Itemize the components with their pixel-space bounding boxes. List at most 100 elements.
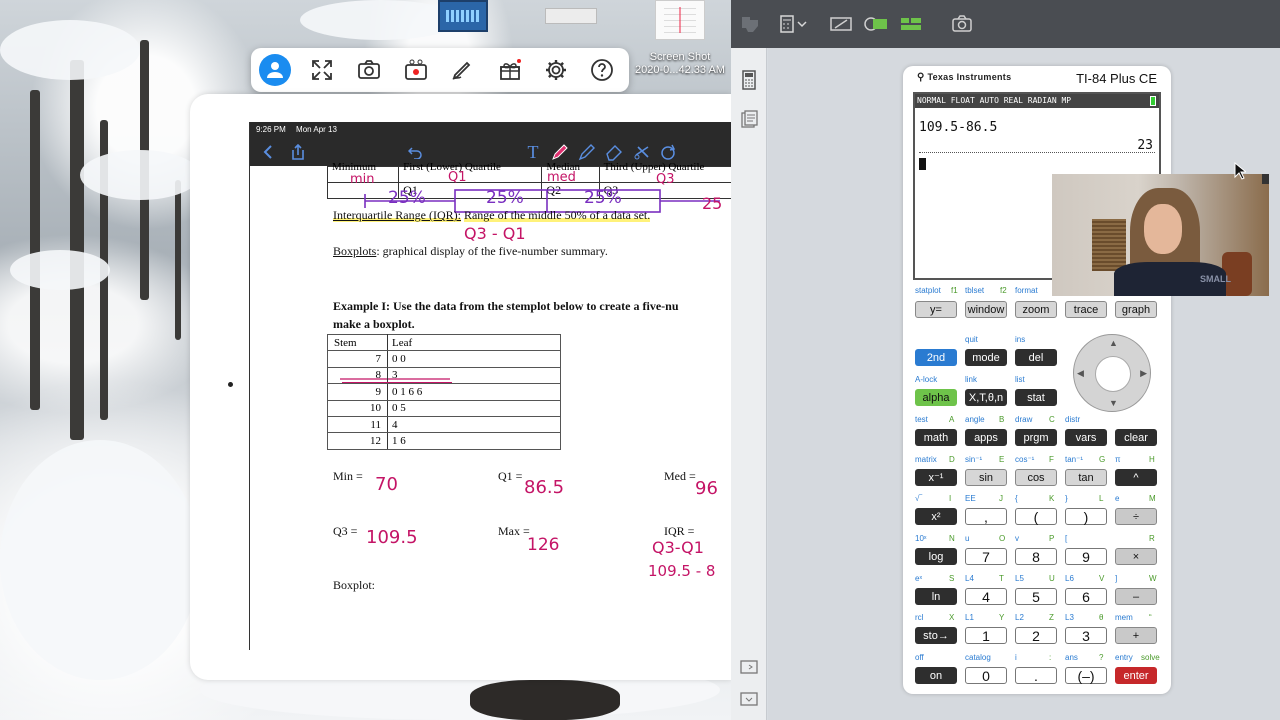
key-graph[interactable]: graph bbox=[1115, 301, 1157, 318]
key-label: L6 bbox=[1065, 574, 1074, 583]
hw-25pct: 25% bbox=[584, 188, 622, 208]
hw-25pct: 25 bbox=[702, 194, 723, 213]
record-icon[interactable] bbox=[400, 54, 432, 86]
key-rparen[interactable]: ) bbox=[1065, 508, 1107, 525]
key-label: N bbox=[949, 534, 955, 543]
key-label: E bbox=[999, 455, 1005, 464]
key-apps[interactable]: apps bbox=[965, 429, 1007, 446]
key-prgm[interactable]: prgm bbox=[1015, 429, 1057, 446]
key-k8[interactable]: 8 bbox=[1015, 548, 1057, 565]
key-alpha[interactable]: alpha bbox=[915, 389, 957, 406]
key-sin[interactable]: sin bbox=[965, 469, 1007, 486]
ti-logo-icon[interactable] bbox=[739, 12, 761, 36]
q3-label: Q3 = bbox=[333, 524, 358, 538]
key-mul[interactable]: × bbox=[1115, 548, 1157, 565]
emulator-toggle-icon[interactable] bbox=[861, 12, 889, 36]
capture-icon[interactable] bbox=[829, 12, 853, 36]
key-y-equals[interactable]: y= bbox=[915, 301, 957, 318]
key-comma[interactable]: , bbox=[965, 508, 1007, 525]
key-ln[interactable]: ln bbox=[915, 588, 957, 605]
up-arrow-icon[interactable]: ▲ bbox=[1109, 338, 1118, 348]
boxplot-term: Boxplots bbox=[333, 244, 377, 258]
key-cos[interactable]: cos bbox=[1015, 469, 1057, 486]
camera-icon[interactable] bbox=[353, 54, 385, 86]
key-log[interactable]: log bbox=[915, 548, 957, 565]
key-label: draw bbox=[1015, 415, 1033, 424]
desktop-file-icon[interactable] bbox=[438, 0, 488, 32]
key-clear[interactable]: clear bbox=[1115, 429, 1157, 446]
fullscreen-icon[interactable] bbox=[306, 54, 338, 86]
key-label: I bbox=[949, 494, 952, 503]
key-label: } bbox=[1065, 494, 1068, 503]
key-minus[interactable]: – bbox=[1115, 588, 1157, 605]
screenshot-icon[interactable] bbox=[951, 12, 973, 36]
key-k4[interactable]: 4 bbox=[965, 588, 1007, 605]
key-label: off bbox=[915, 653, 924, 662]
key-neg[interactable]: (–) bbox=[1065, 667, 1107, 684]
key-mode[interactable]: mode bbox=[965, 349, 1007, 366]
keypad-toggle-icon[interactable] bbox=[739, 658, 759, 678]
key-label: tan⁻¹ bbox=[1065, 455, 1084, 464]
key-label: u bbox=[965, 534, 970, 543]
key-trace[interactable]: trace bbox=[1065, 301, 1107, 318]
med-label: Med = bbox=[664, 469, 696, 483]
key-k3[interactable]: 3 bbox=[1065, 627, 1107, 644]
max-label: Max = bbox=[498, 524, 530, 538]
arrow-pad-center bbox=[1095, 356, 1131, 392]
key-del[interactable]: del bbox=[1015, 349, 1057, 366]
key-math[interactable]: math bbox=[915, 429, 957, 446]
key-x2[interactable]: x² bbox=[915, 508, 957, 525]
right-arrow-icon[interactable]: ▶ bbox=[1140, 368, 1147, 379]
key-label: mem bbox=[1115, 613, 1133, 622]
down-arrow-icon[interactable]: ▼ bbox=[1109, 398, 1118, 408]
help-icon[interactable] bbox=[586, 54, 618, 86]
key-stat[interactable]: stat bbox=[1015, 389, 1057, 406]
key-k1[interactable]: 1 bbox=[965, 627, 1007, 644]
leaf-header: Leaf bbox=[387, 333, 561, 352]
collapse-icon[interactable] bbox=[739, 690, 759, 710]
key-window[interactable]: window bbox=[965, 301, 1007, 318]
key-label: list bbox=[1015, 375, 1025, 384]
documents-icon[interactable] bbox=[739, 110, 759, 130]
key-lparen[interactable]: ( bbox=[1015, 508, 1057, 525]
key-xton[interactable]: X,T,θ,n bbox=[965, 389, 1007, 406]
key-k6[interactable]: 6 bbox=[1065, 588, 1107, 605]
user-icon[interactable] bbox=[259, 54, 291, 86]
calculator-view-icon[interactable] bbox=[739, 70, 759, 90]
key-label: tblset bbox=[965, 286, 985, 295]
key-zoom[interactable]: zoom bbox=[1015, 301, 1057, 318]
key-sto[interactable]: sto→ bbox=[915, 627, 957, 644]
layout-icon[interactable] bbox=[899, 12, 923, 36]
screenshot-file-label[interactable]: Screen Shot 2020-0...42.33 AM bbox=[628, 51, 732, 77]
key-div[interactable]: ÷ bbox=[1115, 508, 1157, 525]
key-2nd[interactable]: 2nd bbox=[915, 349, 957, 366]
key-xinv[interactable]: x⁻¹ bbox=[915, 469, 957, 486]
lamp bbox=[1262, 174, 1269, 184]
screenshot-file-icon[interactable] bbox=[655, 0, 705, 40]
key-k7[interactable]: 7 bbox=[965, 548, 1007, 565]
presenter-face bbox=[1144, 204, 1182, 254]
calculator-side-panel bbox=[731, 48, 767, 720]
key-enter[interactable]: enter bbox=[1115, 667, 1157, 684]
key-label: Z bbox=[1049, 613, 1054, 622]
pen-icon[interactable] bbox=[446, 54, 478, 86]
desktop-file-icon[interactable] bbox=[545, 8, 597, 24]
key-caret[interactable]: ^ bbox=[1115, 469, 1157, 486]
key-on[interactable]: on bbox=[915, 667, 957, 684]
gift-icon[interactable] bbox=[494, 54, 526, 86]
arrow-pad[interactable]: ▲ ▼ ◀ ▶ bbox=[1073, 334, 1151, 412]
key-k0[interactable]: 0 bbox=[965, 667, 1007, 684]
key-k9[interactable]: 9 bbox=[1065, 548, 1107, 565]
key-plus[interactable]: + bbox=[1115, 627, 1157, 644]
key-k2[interactable]: 2 bbox=[1015, 627, 1057, 644]
key-tan[interactable]: tan bbox=[1065, 469, 1107, 486]
key-label: G bbox=[1099, 455, 1106, 464]
key-k5[interactable]: 5 bbox=[1015, 588, 1057, 605]
gear-icon[interactable] bbox=[540, 54, 572, 86]
calculator-menu-icon[interactable] bbox=[779, 12, 809, 36]
key-label: V bbox=[1099, 574, 1105, 583]
key-dot[interactable]: . bbox=[1015, 667, 1057, 684]
table-row: 90 1 6 6 bbox=[327, 383, 561, 401]
left-arrow-icon[interactable]: ◀ bbox=[1077, 368, 1084, 379]
key-vars[interactable]: vars bbox=[1065, 429, 1107, 446]
